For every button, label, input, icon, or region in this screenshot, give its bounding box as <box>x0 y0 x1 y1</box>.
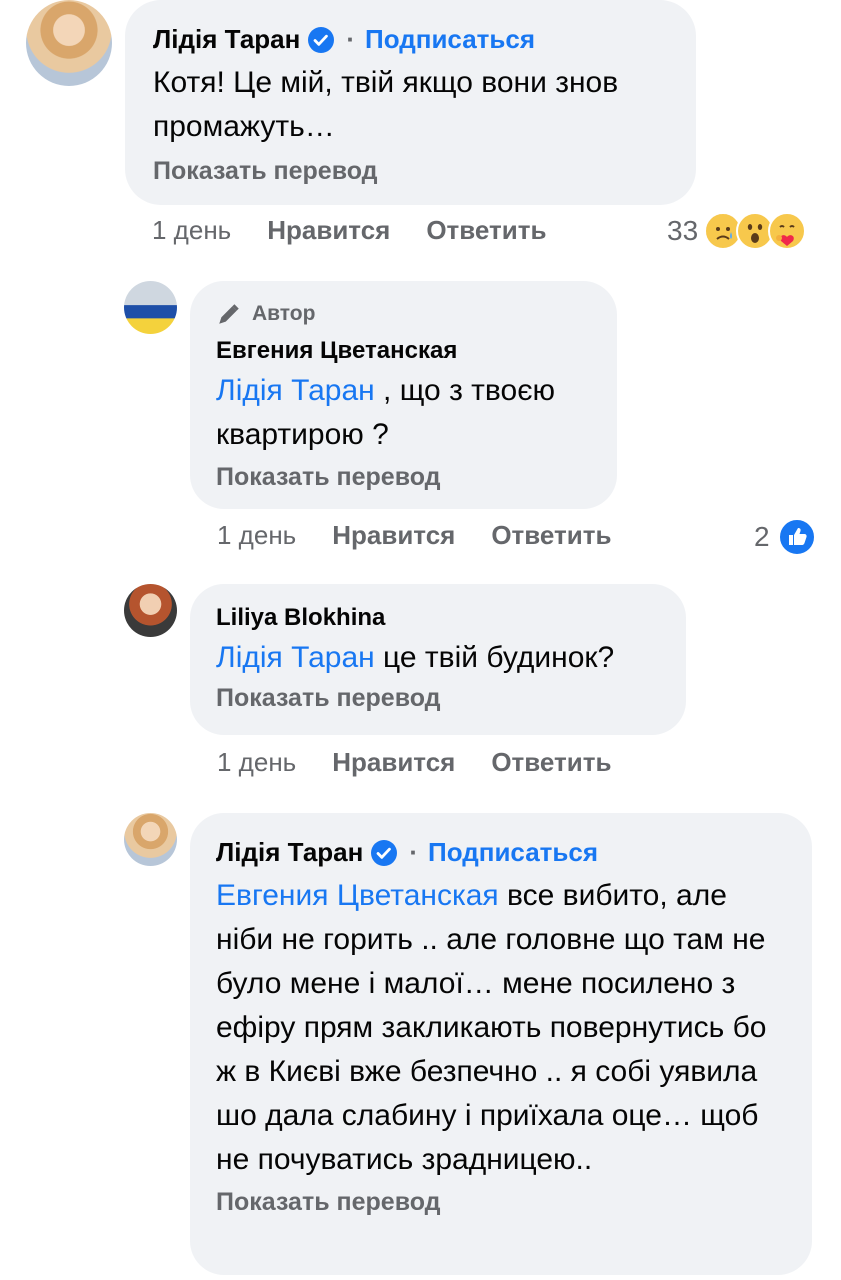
comment-actions: 1 день Нравится Ответить <box>152 215 546 246</box>
show-translation-link[interactable]: Показать перевод <box>216 463 591 492</box>
follow-button[interactable]: Подписаться <box>428 837 598 868</box>
reactions-summary[interactable]: 33 <box>667 212 807 250</box>
comment-author-name[interactable]: Евгения Цветанская <box>216 337 457 365</box>
show-translation-link[interactable]: Показать перевод <box>153 157 668 186</box>
pen-icon <box>219 304 239 324</box>
follow-button[interactable]: Подписаться <box>365 24 535 55</box>
avatar-evgenia[interactable] <box>124 281 177 334</box>
verified-badge-icon <box>371 839 398 866</box>
comment-author-name[interactable]: Лідія Таран <box>153 24 300 55</box>
reaction-count: 2 <box>754 521 770 552</box>
timestamp[interactable]: 1 день <box>217 520 296 551</box>
reactions-summary[interactable]: 2 <box>754 518 816 556</box>
reply-button[interactable]: Ответить <box>426 215 546 246</box>
separator-dot: · <box>346 24 356 54</box>
show-translation-link[interactable]: Показать перевод <box>216 684 660 713</box>
like-button[interactable]: Нравится <box>332 747 455 778</box>
like-reaction-icon <box>777 518 816 556</box>
author-tag-label: Автор <box>252 302 316 325</box>
reply-button[interactable]: Ответить <box>491 520 611 551</box>
mention-link[interactable]: Евгения Цветанская <box>216 879 499 912</box>
comment-text-body: все вибито, але ніби не горить .. але го… <box>216 879 767 1176</box>
comment-text: Лідія Таран це твій будинок? <box>216 636 660 680</box>
reaction-count: 33 <box>667 215 699 246</box>
show-translation-link[interactable]: Показать перевод <box>216 1188 786 1217</box>
timestamp[interactable]: 1 день <box>217 747 296 778</box>
comment-bubble: Liliya Blokhina Лідія Таран це твій буди… <box>190 584 686 735</box>
avatar-lidia[interactable] <box>26 0 112 86</box>
author-tag: Автор <box>216 301 591 327</box>
reply-button[interactable]: Ответить <box>491 747 611 778</box>
comment-author-name[interactable]: Liliya Blokhina <box>216 604 385 632</box>
avatar-lidia[interactable] <box>124 813 177 866</box>
avatar-liliya[interactable] <box>124 584 177 637</box>
like-button[interactable]: Нравится <box>267 215 390 246</box>
comment-author-name[interactable]: Лідія Таран <box>216 837 363 868</box>
comment-bubble: Лідія Таран · Подписаться Евгения Цветан… <box>190 813 812 1275</box>
comment-text: Лідія Таран , що з твоєю квартирою ? <box>216 369 596 457</box>
care-reaction-icon <box>768 212 807 250</box>
comment-text: Котя! Це мій, твій якщо вони знов промаж… <box>153 66 619 143</box>
separator-dot: · <box>409 837 419 867</box>
like-button[interactable]: Нравится <box>332 520 455 551</box>
comment-actions: 1 день Нравится Ответить <box>217 520 611 551</box>
verified-badge-icon <box>308 26 335 53</box>
comment-bubble: Лідія Таран · Подписаться Котя! Це мій, … <box>125 0 696 205</box>
comment-bubble: Автор Евгения Цветанская Лідія Таран , щ… <box>190 281 617 509</box>
comment-text-body: це твій будинок? <box>374 641 615 674</box>
timestamp[interactable]: 1 день <box>152 215 231 246</box>
mention-link[interactable]: Лідія Таран <box>216 374 375 407</box>
comment-actions: 1 день Нравится Ответить <box>217 747 611 778</box>
mention-link[interactable]: Лідія Таран <box>216 641 375 674</box>
comment-text: Евгения Цветанская все вибито, але ніби … <box>216 874 791 1182</box>
